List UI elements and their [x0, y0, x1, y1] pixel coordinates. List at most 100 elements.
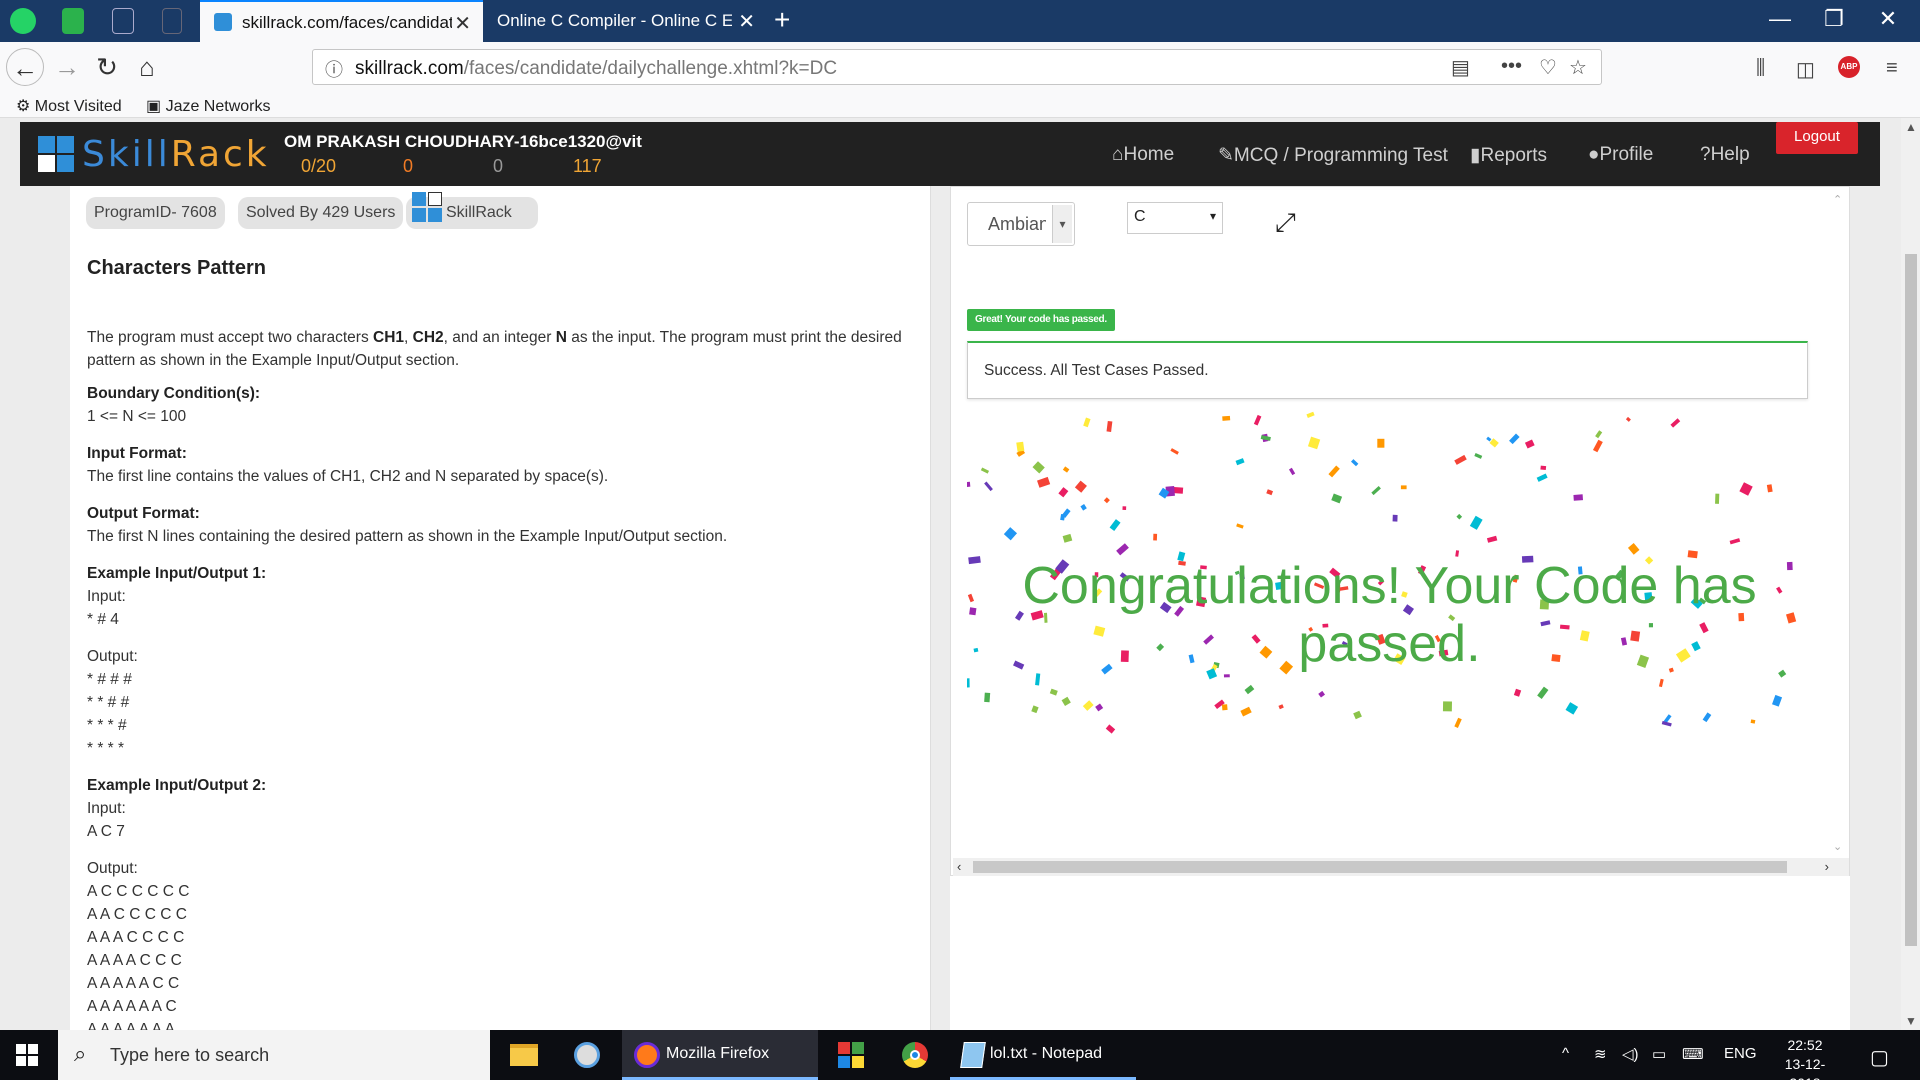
- library-icon[interactable]: ⫼: [1756, 57, 1765, 80]
- home-button[interactable]: ⌂: [128, 48, 166, 86]
- close-tab-icon[interactable]: ✕: [454, 11, 471, 36]
- confetti-piece: [980, 467, 990, 474]
- forward-button[interactable]: →: [48, 48, 86, 86]
- back-button[interactable]: ←: [6, 48, 44, 86]
- confetti-piece: [1513, 688, 1522, 697]
- editor-horizontal-scrollbar[interactable]: ‹ ›: [953, 858, 1849, 876]
- nav-profile[interactable]: ●Profile: [1588, 144, 1653, 166]
- confetti-piece: [1049, 688, 1058, 696]
- document-tab-icon[interactable]: [162, 8, 182, 34]
- bookmark-most-visited[interactable]: ⚙ Most Visited: [16, 96, 122, 116]
- dg-tab-icon[interactable]: [112, 8, 134, 34]
- confetti-piece: [1173, 487, 1184, 494]
- logout-button[interactable]: Logout: [1776, 122, 1858, 154]
- confetti-piece: [1095, 703, 1104, 712]
- result-message-box: Success. All Test Cases Passed.: [967, 341, 1808, 399]
- input-language[interactable]: ENG: [1724, 1045, 1757, 1062]
- scroll-down-icon[interactable]: ▼: [1905, 1014, 1917, 1028]
- confetti-piece: [1486, 535, 1498, 543]
- file-explorer-icon[interactable]: [494, 1030, 554, 1080]
- nav-home[interactable]: ⌂Home: [1112, 144, 1174, 166]
- confetti-piece: [1456, 513, 1463, 520]
- new-tab-button[interactable]: +: [774, 4, 790, 36]
- bookmarks-toolbar: ⚙ Most Visited ▣ Jaze Networks: [0, 92, 1920, 118]
- confetti-piece: [1035, 673, 1041, 686]
- wifi-icon[interactable]: ≋: [1594, 1045, 1607, 1063]
- taskbar-search-box[interactable]: ⌕ Type here to search: [58, 1030, 490, 1080]
- tab-skillrack[interactable]: skillrack.com/faces/candidate ✕: [200, 0, 483, 42]
- notification-icon[interactable]: ▢: [1870, 1045, 1889, 1070]
- confetti-piece: [1306, 411, 1315, 418]
- restore-button[interactable]: ❐: [1814, 6, 1854, 32]
- bookmark-star-icon[interactable]: ☆: [1569, 55, 1587, 80]
- taskbar-firefox[interactable]: Mozilla Firefox: [622, 1030, 818, 1080]
- confetti-piece: [1474, 453, 1483, 459]
- skillrack-logo-text[interactable]: SkillRack: [82, 134, 270, 175]
- tray-chevron-icon[interactable]: ^: [1562, 1045, 1569, 1062]
- url-bar[interactable]: ⓘ skillrack.com/faces/candidate/dailycha…: [312, 49, 1602, 85]
- sidebar-icon[interactable]: ◫: [1796, 57, 1815, 82]
- confetti-piece: [1739, 482, 1753, 496]
- bookmark-jaze-networks[interactable]: ▣ Jaze Networks: [146, 96, 270, 116]
- confetti-piece: [1109, 519, 1121, 531]
- minimize-button[interactable]: —: [1760, 6, 1800, 32]
- confetti-piece: [1080, 504, 1087, 511]
- scrollbar-thumb[interactable]: [973, 861, 1787, 873]
- page-scrollbar-thumb[interactable]: [1905, 254, 1917, 946]
- chart-icon: ▮: [1470, 145, 1481, 166]
- windows-app-icon[interactable]: [822, 1030, 882, 1080]
- confetti-piece: [1278, 704, 1284, 710]
- taskbar-clock[interactable]: 22:52 13-12-2018: [1770, 1036, 1840, 1080]
- nav-reports[interactable]: ▮Reports: [1470, 144, 1547, 167]
- battery-icon[interactable]: ▭: [1652, 1045, 1666, 1063]
- reload-button[interactable]: ↻: [88, 48, 126, 86]
- reader-view-icon[interactable]: ▤: [1451, 55, 1470, 80]
- confetti-piece: [1454, 454, 1467, 465]
- skillrack-logo-icon[interactable]: [38, 136, 76, 172]
- scroll-right-icon[interactable]: ›: [1825, 859, 1829, 874]
- confetti-piece: [984, 481, 993, 492]
- url-text[interactable]: skillrack.com/faces/candidate/dailychall…: [355, 58, 837, 80]
- site-info-icon[interactable]: ⓘ: [325, 56, 343, 82]
- volume-icon[interactable]: ◁): [1622, 1045, 1639, 1063]
- close-window-button[interactable]: ✕: [1868, 6, 1908, 32]
- page-scrollbar[interactable]: ▲ ▼: [1901, 118, 1920, 1030]
- confetti-piece: [1353, 710, 1362, 720]
- output-format-label: Output Format:: [87, 505, 200, 522]
- example-1-label: Example Input/Output 1:: [87, 565, 267, 582]
- whatsapp-tab-icon[interactable]: [10, 8, 36, 34]
- skillrack-favicon: [214, 13, 232, 31]
- nav-help[interactable]: ?Help: [1700, 144, 1750, 166]
- language-select[interactable]: C ▾: [1127, 202, 1223, 234]
- adblock-icon[interactable]: ABP: [1838, 56, 1860, 78]
- theme-select[interactable]: Ambiance ▾: [967, 202, 1075, 246]
- confetti-piece: [1400, 485, 1407, 490]
- notepad-icon: [960, 1042, 986, 1068]
- menu-icon[interactable]: ≡: [1886, 57, 1898, 80]
- confetti-piece: [1105, 724, 1116, 734]
- page-actions-icon[interactable]: •••: [1501, 55, 1522, 78]
- hangouts-tab-icon[interactable]: [62, 8, 84, 34]
- paint-icon[interactable]: [558, 1030, 618, 1080]
- confetti-piece: [1153, 533, 1158, 541]
- confetti-piece: [1565, 702, 1579, 715]
- confetti-piece: [1486, 436, 1492, 442]
- pocket-icon[interactable]: ♡: [1539, 55, 1557, 80]
- confetti-piece: [1083, 417, 1091, 428]
- tab-online-compiler[interactable]: Online C Compiler - Online C Editor ✕: [485, 0, 767, 42]
- confetti-piece: [1221, 704, 1228, 711]
- nav-mcq-programming-test[interactable]: ✎MCQ / Programming Test: [1218, 144, 1448, 167]
- editor-vertical-scrollbar[interactable]: ⌃ ⌄: [1831, 189, 1847, 857]
- confetti-piece: [1061, 696, 1071, 706]
- stat-progress: 0/20: [301, 156, 337, 176]
- scroll-up-icon[interactable]: ▲: [1905, 120, 1917, 134]
- confetti-piece: [1222, 415, 1231, 421]
- confetti-piece: [1170, 448, 1179, 455]
- keyboard-icon[interactable]: ⌨: [1682, 1045, 1704, 1063]
- windows-start-icon[interactable]: [16, 1044, 38, 1066]
- scroll-left-icon[interactable]: ‹: [957, 859, 961, 874]
- fullscreen-expand-icon[interactable]: ⤢: [1275, 207, 1296, 239]
- close-tab-icon[interactable]: ✕: [738, 9, 755, 34]
- taskbar-notepad[interactable]: lol.txt - Notepad: [950, 1030, 1136, 1080]
- chrome-icon[interactable]: [886, 1030, 946, 1080]
